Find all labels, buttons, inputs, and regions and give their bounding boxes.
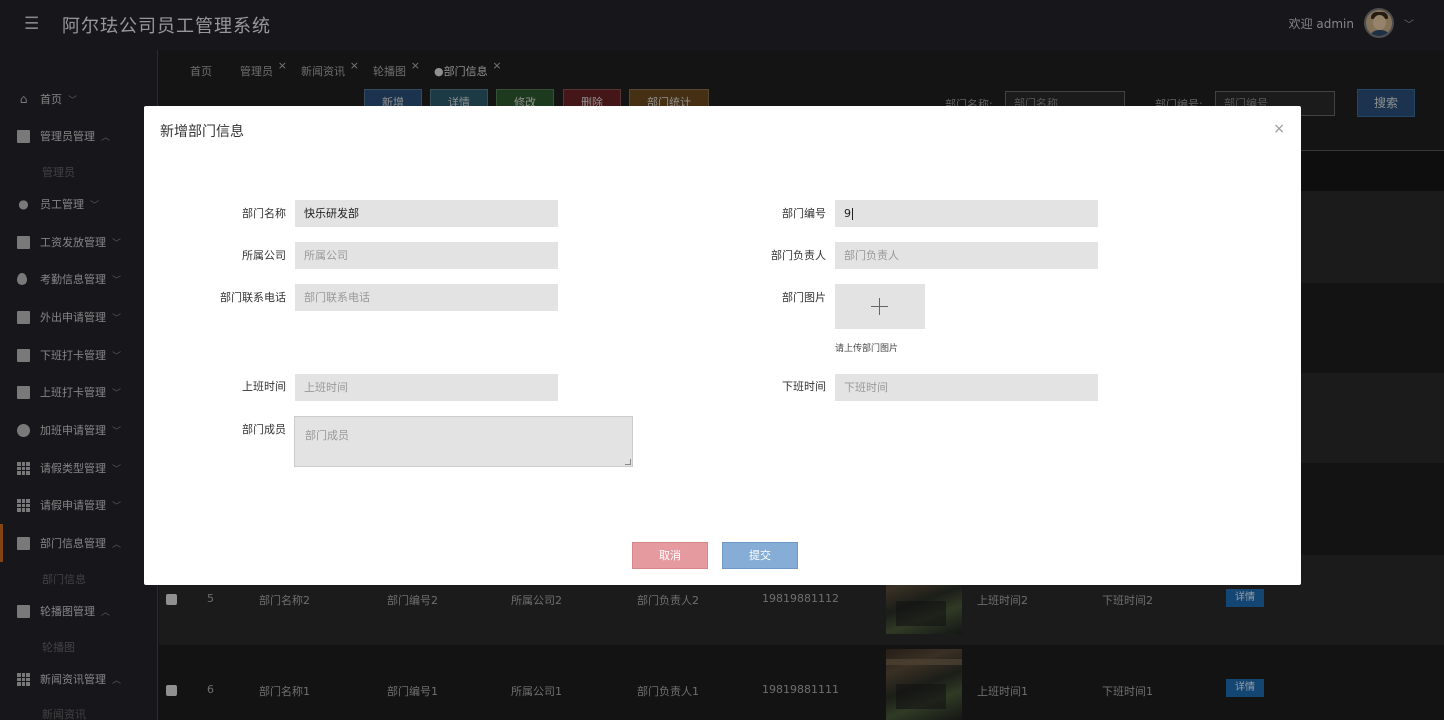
dept-code-value: 9	[844, 207, 851, 220]
resize-handle[interactable]	[625, 459, 631, 465]
members-textarea[interactable]: 部门成员	[294, 416, 633, 467]
phone-label: 部门联系电话	[220, 291, 286, 304]
upload-hint: 请上传部门图片	[835, 344, 899, 354]
dept-name-input[interactable]: 快乐研发部	[295, 200, 558, 227]
end-time-input[interactable]: 下班时间	[835, 374, 1098, 401]
members-placeholder: 部门成员	[305, 429, 349, 442]
dialog-title: 新增部门信息	[160, 124, 244, 140]
submit-button[interactable]: 提交	[722, 542, 798, 569]
start-time-input[interactable]: 上班时间	[295, 374, 558, 401]
close-icon[interactable]: ×	[1273, 121, 1285, 137]
start-time-label: 上班时间	[242, 380, 286, 393]
phone-input[interactable]: 部门联系电话	[295, 284, 558, 311]
cancel-button[interactable]: 取消	[632, 542, 708, 569]
dept-code-input[interactable]: 9	[835, 200, 1098, 227]
add-department-dialog: 新增部门信息 × 部门名称 快乐研发部 部门编号 9 所属公司 所属公司 部门负…	[144, 106, 1301, 585]
dept-code-label: 部门编号	[782, 207, 826, 220]
leader-label: 部门负责人	[771, 249, 826, 262]
leader-input[interactable]: 部门负责人	[835, 242, 1098, 269]
text-cursor	[852, 208, 853, 220]
members-label: 部门成员	[242, 423, 286, 436]
dept-name-label: 部门名称	[242, 207, 286, 220]
end-time-label: 下班时间	[782, 380, 826, 393]
upload-plus-icon[interactable]	[835, 284, 925, 329]
company-input[interactable]: 所属公司	[295, 242, 558, 269]
company-label: 所属公司	[242, 249, 286, 262]
image-label: 部门图片	[782, 291, 826, 304]
